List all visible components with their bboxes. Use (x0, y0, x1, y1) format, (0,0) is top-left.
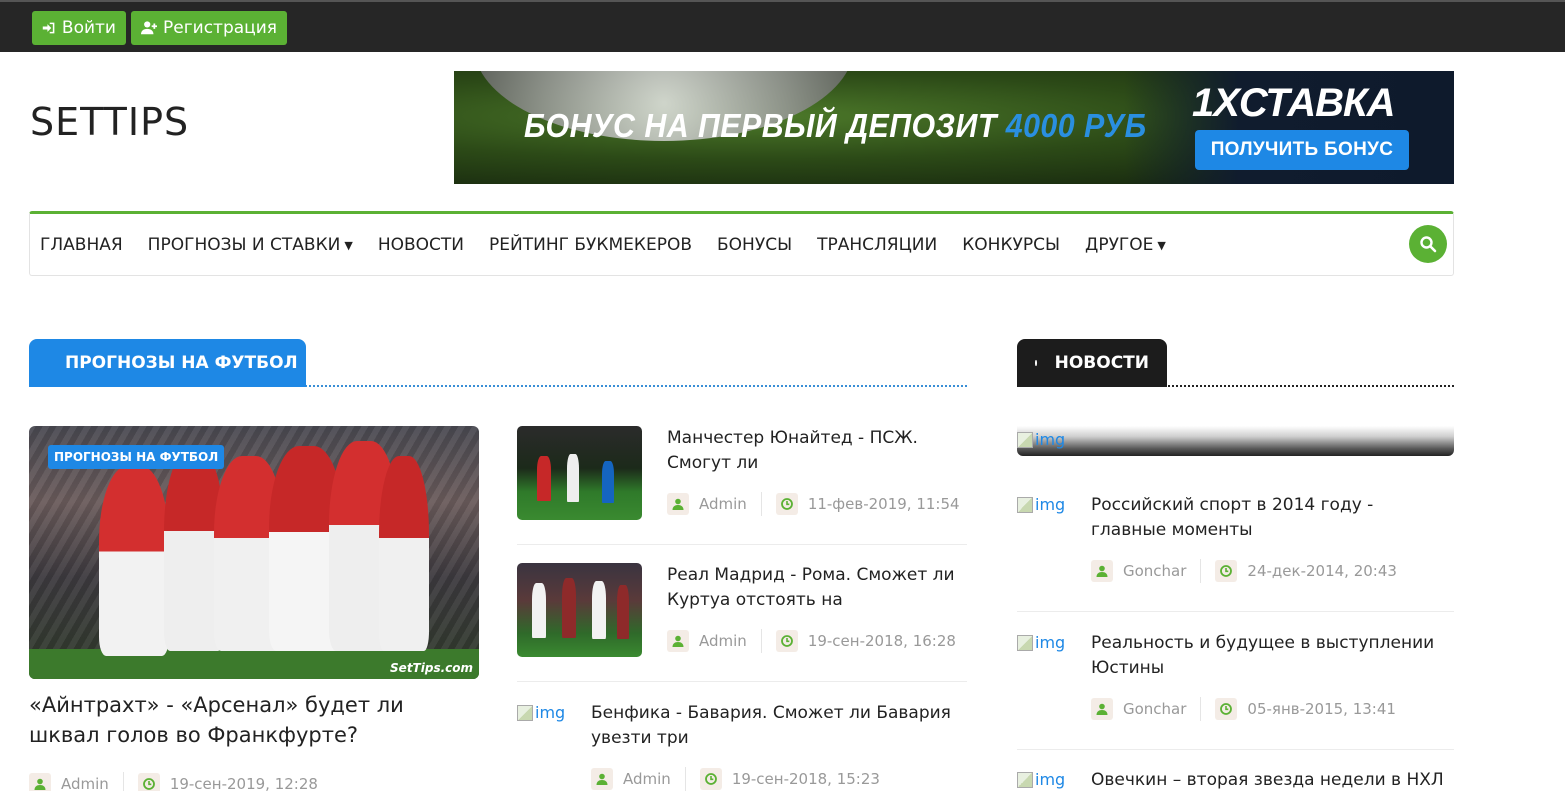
clock-icon (699, 768, 722, 790)
sign-in-icon (42, 22, 55, 34)
news-title[interactable]: Реальность и будущее в выступлении Юстин… (1091, 631, 1451, 681)
chevron-down-icon: ▼ (344, 238, 353, 252)
article-author[interactable]: Admin (699, 632, 747, 650)
news-date: 24-дек-2014, 20:43 (1247, 562, 1397, 580)
divider (517, 681, 967, 682)
user-icon (667, 630, 689, 652)
article-title[interactable]: Бенфика - Бавария. Сможет ли Бавария уве… (591, 701, 961, 751)
clock-icon (1215, 560, 1238, 582)
article-date: 11-фев-2019, 11:54 (807, 495, 960, 513)
chevron-down-icon: ▼ (1157, 238, 1166, 252)
news-title[interactable]: Овечкин – вторая звезда недели в НХЛ (1091, 768, 1451, 791)
user-icon (1091, 698, 1113, 720)
article-title[interactable]: Реал Мадрид - Рома. Сможет ли Куртуа отс… (667, 563, 957, 613)
register-button[interactable]: Регистрация (131, 11, 287, 45)
article-title[interactable]: Манчестер Юнайтед - ПСЖ. Смогут ли (667, 426, 957, 476)
article-author[interactable]: Admin (699, 495, 747, 513)
user-icon (1091, 560, 1113, 582)
news-top-image[interactable]: img (1017, 426, 1454, 456)
news-date: 05-янв-2015, 13:41 (1247, 700, 1396, 718)
search-button[interactable] (1409, 225, 1447, 263)
broken-image-icon[interactable]: img (1017, 633, 1065, 652)
user-icon (591, 768, 613, 790)
article-author[interactable]: Admin (61, 775, 109, 791)
news-meta: Gonchar 24-дек-2014, 20:43 (1091, 559, 1397, 583)
football-section-tab[interactable]: ПРОГНОЗЫ НА ФУТБОЛ (29, 339, 306, 387)
register-label: Регистрация (163, 18, 277, 38)
image-watermark: SetTips.com (390, 661, 473, 675)
top-bar: Войти Регистрация (0, 0, 1565, 52)
promo-banner[interactable]: БОНУС НА ПЕРВЫЙ ДЕПОЗИТ 4000 РУБ 1XСТАВК… (454, 71, 1454, 184)
article-meta: Admin 19-сен-2018, 15:23 (591, 767, 880, 791)
divider (517, 544, 967, 545)
clock-icon (1215, 698, 1238, 720)
clock-icon (137, 773, 160, 791)
article-meta: Admin 19-сен-2018, 16:28 (667, 629, 956, 653)
nav-item-bonuses[interactable]: БОНУСЫ (717, 235, 792, 255)
nav-item-news[interactable]: НОВОСТИ (378, 235, 464, 255)
news-section-tab[interactable]: НОВОСТИ (1017, 339, 1167, 387)
football-section-header: ПРОГНОЗЫ НА ФУТБОЛ (29, 339, 967, 387)
banner-brand: 1XСТАВКА (1192, 81, 1395, 125)
featured-article-image[interactable]: ПРОГНОЗЫ НА ФУТБОЛ SetTips.com (29, 426, 479, 679)
clock-icon (775, 493, 798, 515)
divider (1017, 611, 1454, 612)
broken-image-icon[interactable]: img (1017, 770, 1065, 789)
divider (1017, 749, 1454, 750)
featured-article-meta: Admin 19-сен-2019, 12:28 (29, 772, 318, 791)
nav-item-streams[interactable]: ТРАНСЛЯЦИИ (817, 235, 937, 255)
user-icon (29, 773, 51, 791)
article-date: 19-сен-2019, 12:28 (169, 775, 318, 791)
site-logo[interactable]: SETTIPS (30, 100, 189, 144)
broken-image-icon[interactable]: img (517, 703, 565, 722)
featured-article-title[interactable]: «Айнтрахт» - «Арсенал» будет ли шквал го… (29, 690, 479, 750)
news-meta: Gonchar 05-янв-2015, 13:41 (1091, 697, 1396, 721)
news-section-header: НОВОСТИ (1017, 339, 1454, 387)
article-thumbnail[interactable] (517, 563, 642, 657)
news-author[interactable]: Gonchar (1123, 700, 1186, 718)
article-thumbnail[interactable] (517, 426, 642, 520)
login-button[interactable]: Войти (32, 11, 126, 45)
search-icon (1420, 236, 1437, 253)
article-date: 19-сен-2018, 16:28 (807, 632, 956, 650)
article-date: 19-сен-2018, 15:23 (731, 770, 880, 788)
clock-icon (775, 630, 798, 652)
user-icon (667, 493, 689, 515)
nav-item-home[interactable]: ГЛАВНАЯ (40, 235, 123, 255)
broken-image-icon[interactable]: img (1017, 495, 1065, 514)
nav-item-predictions[interactable]: ПРОГНОЗЫ И СТАВКИ ▼ (148, 235, 353, 255)
banner-amount: 4000 РУБ (1005, 107, 1147, 144)
main-nav: ГЛАВНАЯ ПРОГНОЗЫ И СТАВКИ ▼ НОВОСТИ РЕЙТИ… (29, 211, 1454, 276)
user-plus-icon (141, 21, 157, 35)
category-badge[interactable]: ПРОГНОЗЫ НА ФУТБОЛ (48, 445, 225, 469)
login-label: Войти (61, 18, 116, 38)
news-author[interactable]: Gonchar (1123, 562, 1186, 580)
article-author[interactable]: Admin (623, 770, 671, 788)
broken-image-icon: img (1017, 430, 1065, 449)
get-bonus-button[interactable]: ПОЛУЧИТЬ БОНУС (1195, 130, 1409, 170)
article-meta: Admin 11-фев-2019, 11:54 (667, 492, 960, 516)
nav-item-bookmakers-rating[interactable]: РЕЙТИНГ БУКМЕКЕРОВ (489, 235, 692, 255)
nav-item-other[interactable]: ДРУГОЕ ▼ (1085, 235, 1166, 255)
nav-item-contests[interactable]: КОНКУРСЫ (962, 235, 1060, 255)
banner-headline: БОНУС НА ПЕРВЫЙ ДЕПОЗИТ 4000 РУБ (524, 107, 1147, 144)
news-title[interactable]: Российский спорт в 2014 году - главные м… (1091, 493, 1451, 543)
